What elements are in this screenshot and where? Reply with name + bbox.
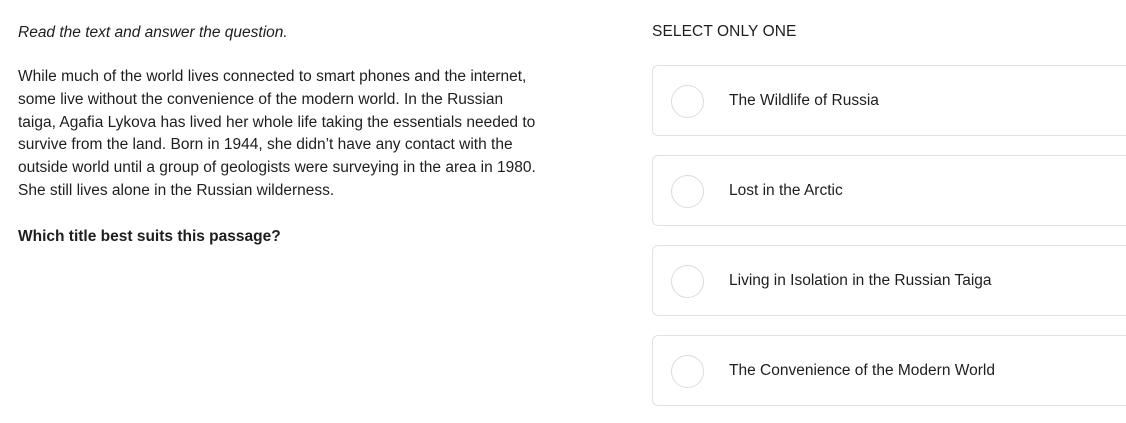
radio-button-icon[interactable] bbox=[671, 175, 704, 208]
radio-button-icon[interactable] bbox=[671, 85, 704, 118]
answer-option-3[interactable]: Living in Isolation in the Russian Taiga bbox=[652, 245, 1126, 316]
answer-option-4[interactable]: The Convenience of the Modern World bbox=[652, 335, 1126, 406]
question-page: Read the text and answer the question. W… bbox=[0, 0, 1126, 423]
radio-button-icon[interactable] bbox=[671, 265, 704, 298]
answer-option-label: Lost in the Arctic bbox=[729, 182, 843, 199]
answer-option-2[interactable]: Lost in the Arctic bbox=[652, 155, 1126, 226]
answer-option-label: Living in Isolation in the Russian Taiga bbox=[729, 272, 992, 289]
select-only-one-label: SELECT ONLY ONE bbox=[652, 23, 797, 40]
instruction-text: Read the text and answer the question. bbox=[18, 24, 288, 41]
question-text: Which title best suits this passage? bbox=[18, 227, 281, 245]
reading-panel: Read the text and answer the question. W… bbox=[18, 22, 538, 248]
answer-panel: SELECT ONLY ONE The Wildlife of Russia L… bbox=[652, 22, 1126, 406]
answer-option-1[interactable]: The Wildlife of Russia bbox=[652, 65, 1126, 136]
answer-option-label: The Convenience of the Modern World bbox=[729, 362, 995, 379]
passage-text: While much of the world lives connected … bbox=[18, 68, 536, 199]
answer-option-label: The Wildlife of Russia bbox=[729, 92, 879, 109]
radio-button-icon[interactable] bbox=[671, 355, 704, 388]
